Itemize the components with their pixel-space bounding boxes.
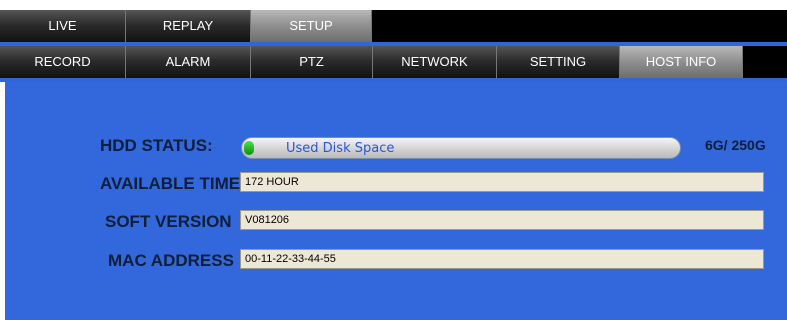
dvr-setup-window: LIVE REPLAY SETUP RECORD ALARM PTZ NETWO… <box>0 0 787 320</box>
soft-version-field: V081206 <box>240 210 764 230</box>
setup-tab-bar: RECORD ALARM PTZ NETWORK SETTING HOST IN… <box>0 46 787 78</box>
disk-usage-text: 6G/ 250G <box>705 137 766 153</box>
soft-version-label: SOFT VERSION <box>105 212 232 231</box>
tab-network[interactable]: NETWORK <box>373 46 497 78</box>
tab-record[interactable]: RECORD <box>0 46 126 78</box>
host-info-panel <box>5 82 787 320</box>
tab-setup[interactable]: SETUP <box>251 10 372 42</box>
disk-usage-bar-text: Used Disk Space <box>286 141 395 156</box>
available-time-field: 172 HOUR <box>240 172 764 192</box>
tab-setting[interactable]: SETTING <box>497 46 620 78</box>
tab-host-info[interactable]: HOST INFO <box>620 46 743 78</box>
available-time-label: AVAILABLE TIME <box>100 174 241 193</box>
mac-address-label: MAC ADDRESS <box>108 251 234 270</box>
tab-alarm[interactable]: ALARM <box>126 46 251 78</box>
tab-live[interactable]: LIVE <box>0 10 126 42</box>
tab-ptz[interactable]: PTZ <box>251 46 373 78</box>
main-tab-bar: LIVE REPLAY SETUP <box>0 10 787 42</box>
tab-replay[interactable]: REPLAY <box>126 10 251 42</box>
hdd-status-label: HDD STATUS: <box>100 136 213 155</box>
disk-usage-fill <box>244 141 255 155</box>
mac-address-field: 00-11-22-33-44-55 <box>240 249 764 269</box>
disk-usage-bar: Used Disk Space <box>241 137 681 159</box>
